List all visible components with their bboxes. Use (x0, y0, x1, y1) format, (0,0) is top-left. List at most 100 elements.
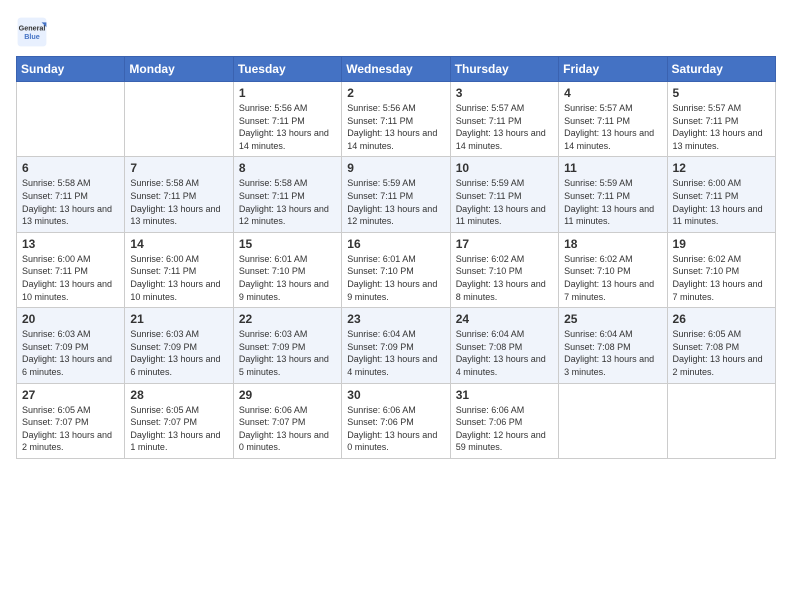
calendar-header-row: SundayMondayTuesdayWednesdayThursdayFrid… (17, 57, 776, 82)
calendar-day-cell: 10 Sunrise: 5:59 AM Sunset: 7:11 PM Dayli… (450, 157, 558, 232)
day-info: Sunrise: 6:06 AM Sunset: 7:06 PM Dayligh… (456, 404, 553, 454)
calendar-header-day: Monday (125, 57, 233, 82)
day-info: Sunrise: 6:04 AM Sunset: 7:08 PM Dayligh… (456, 328, 553, 378)
day-number: 13 (22, 237, 119, 251)
calendar-day-cell: 24 Sunrise: 6:04 AM Sunset: 7:08 PM Dayli… (450, 308, 558, 383)
calendar-week-row: 13 Sunrise: 6:00 AM Sunset: 7:11 PM Dayli… (17, 232, 776, 307)
calendar-day-cell: 16 Sunrise: 6:01 AM Sunset: 7:10 PM Dayli… (342, 232, 450, 307)
day-number: 12 (673, 161, 770, 175)
svg-text:General: General (19, 23, 46, 32)
day-info: Sunrise: 6:01 AM Sunset: 7:10 PM Dayligh… (347, 253, 444, 303)
day-info: Sunrise: 6:02 AM Sunset: 7:10 PM Dayligh… (673, 253, 770, 303)
calendar-table: SundayMondayTuesdayWednesdayThursdayFrid… (16, 56, 776, 459)
calendar-day-cell: 8Sunrise: 5:58 AM Sunset: 7:11 PM Daylig… (233, 157, 341, 232)
calendar-header-day: Saturday (667, 57, 775, 82)
calendar-day-cell (17, 82, 125, 157)
calendar-week-row: 1 Sunrise: 5:56 AM Sunset: 7:11 PM Daylig… (17, 82, 776, 157)
day-number: 19 (673, 237, 770, 251)
day-info: Sunrise: 6:00 AM Sunset: 7:11 PM Dayligh… (22, 253, 119, 303)
day-number: 5 (673, 86, 770, 100)
calendar-header-day: Thursday (450, 57, 558, 82)
day-number: 29 (239, 388, 336, 402)
calendar-day-cell: 15 Sunrise: 6:01 AM Sunset: 7:10 PM Dayli… (233, 232, 341, 307)
calendar-day-cell: 2 Sunrise: 5:56 AM Sunset: 7:11 PM Daylig… (342, 82, 450, 157)
day-info: Sunrise: 6:04 AM Sunset: 7:09 PM Dayligh… (347, 328, 444, 378)
day-number: 23 (347, 312, 444, 326)
calendar-day-cell: 14 Sunrise: 6:00 AM Sunset: 7:11 PM Dayli… (125, 232, 233, 307)
day-number: 26 (673, 312, 770, 326)
calendar-day-cell: 30 Sunrise: 6:06 AM Sunset: 7:06 PM Dayli… (342, 383, 450, 458)
day-number: 18 (564, 237, 661, 251)
day-info: Sunrise: 6:00 AM Sunset: 7:11 PM Dayligh… (673, 177, 770, 227)
calendar-header-day: Tuesday (233, 57, 341, 82)
calendar-day-cell: 19 Sunrise: 6:02 AM Sunset: 7:10 PM Dayli… (667, 232, 775, 307)
calendar-header-day: Sunday (17, 57, 125, 82)
day-info: Sunrise: 5:59 AM Sunset: 7:11 PM Dayligh… (564, 177, 661, 227)
day-number: 24 (456, 312, 553, 326)
calendar-week-row: 27 Sunrise: 6:05 AM Sunset: 7:07 PM Dayli… (17, 383, 776, 458)
calendar-header-day: Friday (559, 57, 667, 82)
calendar-day-cell (667, 383, 775, 458)
day-info: Sunrise: 6:02 AM Sunset: 7:10 PM Dayligh… (456, 253, 553, 303)
calendar-day-cell: 12 Sunrise: 6:00 AM Sunset: 7:11 PM Dayli… (667, 157, 775, 232)
day-info: Sunrise: 5:56 AM Sunset: 7:11 PM Dayligh… (347, 102, 444, 152)
day-number: 30 (347, 388, 444, 402)
day-info: Sunrise: 6:00 AM Sunset: 7:11 PM Dayligh… (130, 253, 227, 303)
day-info: Sunrise: 5:57 AM Sunset: 7:11 PM Dayligh… (456, 102, 553, 152)
day-number: 17 (456, 237, 553, 251)
day-number: 22 (239, 312, 336, 326)
day-info: Sunrise: 6:06 AM Sunset: 7:06 PM Dayligh… (347, 404, 444, 454)
calendar-day-cell: 25Sunrise: 6:04 AM Sunset: 7:08 PM Dayli… (559, 308, 667, 383)
calendar-day-cell: 28Sunrise: 6:05 AM Sunset: 7:07 PM Dayli… (125, 383, 233, 458)
day-number: 10 (456, 161, 553, 175)
day-info: Sunrise: 5:58 AM Sunset: 7:11 PM Dayligh… (130, 177, 227, 227)
day-info: Sunrise: 6:06 AM Sunset: 7:07 PM Dayligh… (239, 404, 336, 454)
calendar-day-cell: 29 Sunrise: 6:06 AM Sunset: 7:07 PM Dayli… (233, 383, 341, 458)
day-info: Sunrise: 6:04 AM Sunset: 7:08 PM Dayligh… (564, 328, 661, 378)
day-info: Sunrise: 5:58 AM Sunset: 7:11 PM Dayligh… (22, 177, 119, 227)
day-number: 14 (130, 237, 227, 251)
day-number: 16 (347, 237, 444, 251)
page-header: General Blue (16, 16, 776, 48)
calendar-week-row: 6 Sunrise: 5:58 AM Sunset: 7:11 PM Daylig… (17, 157, 776, 232)
svg-text:Blue: Blue (24, 32, 40, 41)
day-info: Sunrise: 6:05 AM Sunset: 7:07 PM Dayligh… (130, 404, 227, 454)
day-number: 4 (564, 86, 661, 100)
day-number: 11 (564, 161, 661, 175)
calendar-day-cell: 4 Sunrise: 5:57 AM Sunset: 7:11 PM Daylig… (559, 82, 667, 157)
calendar-header-day: Wednesday (342, 57, 450, 82)
calendar-day-cell: 6 Sunrise: 5:58 AM Sunset: 7:11 PM Daylig… (17, 157, 125, 232)
day-number: 15 (239, 237, 336, 251)
day-info: Sunrise: 6:03 AM Sunset: 7:09 PM Dayligh… (239, 328, 336, 378)
day-number: 7 (130, 161, 227, 175)
calendar-day-cell (125, 82, 233, 157)
calendar-day-cell: 11 Sunrise: 5:59 AM Sunset: 7:11 PM Dayli… (559, 157, 667, 232)
day-info: Sunrise: 5:57 AM Sunset: 7:11 PM Dayligh… (564, 102, 661, 152)
day-info: Sunrise: 6:01 AM Sunset: 7:10 PM Dayligh… (239, 253, 336, 303)
calendar-day-cell: 7 Sunrise: 5:58 AM Sunset: 7:11 PM Daylig… (125, 157, 233, 232)
day-info: Sunrise: 5:57 AM Sunset: 7:11 PM Dayligh… (673, 102, 770, 152)
day-info: Sunrise: 6:03 AM Sunset: 7:09 PM Dayligh… (130, 328, 227, 378)
day-number: 6 (22, 161, 119, 175)
day-number: 31 (456, 388, 553, 402)
calendar-day-cell: 5 Sunrise: 5:57 AM Sunset: 7:11 PM Daylig… (667, 82, 775, 157)
calendar-day-cell: 26Sunrise: 6:05 AM Sunset: 7:08 PM Dayli… (667, 308, 775, 383)
day-number: 27 (22, 388, 119, 402)
day-number: 1 (239, 86, 336, 100)
day-info: Sunrise: 5:59 AM Sunset: 7:11 PM Dayligh… (456, 177, 553, 227)
calendar-day-cell: 3Sunrise: 5:57 AM Sunset: 7:11 PM Daylig… (450, 82, 558, 157)
calendar-day-cell: 31 Sunrise: 6:06 AM Sunset: 7:06 PM Dayli… (450, 383, 558, 458)
day-info: Sunrise: 5:56 AM Sunset: 7:11 PM Dayligh… (239, 102, 336, 152)
day-number: 2 (347, 86, 444, 100)
calendar-day-cell: 18Sunrise: 6:02 AM Sunset: 7:10 PM Dayli… (559, 232, 667, 307)
day-number: 9 (347, 161, 444, 175)
calendar-day-cell: 20Sunrise: 6:03 AM Sunset: 7:09 PM Dayli… (17, 308, 125, 383)
calendar-day-cell: 21Sunrise: 6:03 AM Sunset: 7:09 PM Dayli… (125, 308, 233, 383)
calendar-day-cell: 17 Sunrise: 6:02 AM Sunset: 7:10 PM Dayli… (450, 232, 558, 307)
logo: General Blue (16, 16, 48, 48)
calendar-day-cell: 1 Sunrise: 5:56 AM Sunset: 7:11 PM Daylig… (233, 82, 341, 157)
logo-icon: General Blue (16, 16, 48, 48)
calendar-day-cell: 22 Sunrise: 6:03 AM Sunset: 7:09 PM Dayli… (233, 308, 341, 383)
calendar-day-cell: 9Sunrise: 5:59 AM Sunset: 7:11 PM Daylig… (342, 157, 450, 232)
day-info: Sunrise: 6:03 AM Sunset: 7:09 PM Dayligh… (22, 328, 119, 378)
